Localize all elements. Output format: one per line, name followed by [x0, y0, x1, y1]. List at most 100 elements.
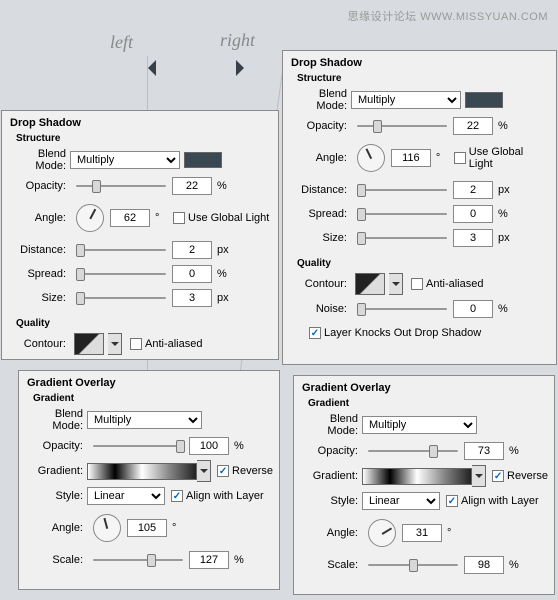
size-slider[interactable] [357, 231, 447, 245]
size-value[interactable]: 3 [172, 289, 212, 307]
knocks-label: Layer Knocks Out Drop Shadow [324, 327, 481, 339]
angle-value[interactable]: 116 [391, 149, 431, 167]
gradient-label: Gradient [308, 398, 548, 409]
blend-label: Blend Mode: [8, 148, 70, 172]
title: Drop Shadow [291, 57, 550, 69]
gradient-preview[interactable] [362, 468, 472, 485]
gradient-preview[interactable] [87, 463, 197, 480]
opacity-slider[interactable] [93, 439, 183, 453]
distance-label: Distance: [8, 244, 70, 256]
spread-value[interactable]: 0 [172, 265, 212, 283]
size-label: Size: [8, 292, 70, 304]
blend-label: Blend Mode: [300, 413, 362, 437]
distance-slider[interactable] [76, 243, 166, 257]
unit: px [217, 292, 235, 304]
title: Gradient Overlay [27, 377, 273, 389]
opacity-slider[interactable] [357, 119, 447, 133]
unit: % [217, 180, 235, 192]
angle-dial[interactable] [76, 204, 104, 232]
blend-select[interactable]: Multiply [362, 416, 477, 434]
panel-right-grad: Gradient Overlay Gradient Blend Mode: Mu… [293, 375, 555, 595]
blend-label: Blend Mode: [289, 88, 351, 112]
gradient-dd[interactable] [472, 465, 486, 487]
blend-select[interactable]: Multiply [87, 411, 202, 429]
title: Gradient Overlay [302, 382, 548, 394]
opacity-slider[interactable] [368, 444, 458, 458]
distance-value[interactable]: 2 [172, 241, 212, 259]
align-check[interactable] [446, 495, 458, 507]
angle-dial[interactable] [357, 144, 385, 172]
label-right: right [220, 30, 255, 51]
style-select[interactable]: Linear [87, 487, 165, 505]
blend-label: Blend Mode: [25, 408, 87, 432]
unit: % [234, 554, 252, 566]
opacity-slider[interactable] [76, 179, 166, 193]
distance-slider[interactable] [357, 183, 447, 197]
align-check[interactable] [171, 490, 183, 502]
quality-label: Quality [16, 318, 272, 329]
spread-slider[interactable] [76, 267, 166, 281]
angle-value[interactable]: 31 [402, 524, 442, 542]
global-light-check[interactable] [173, 212, 185, 224]
scale-value[interactable]: 98 [464, 556, 504, 574]
opacity-value[interactable]: 22 [453, 117, 493, 135]
unit: % [498, 208, 516, 220]
blend-select[interactable]: Multiply [351, 91, 461, 109]
panel-left-grad: Gradient Overlay Gradient Blend Mode: Mu… [18, 370, 280, 590]
style-select[interactable]: Linear [362, 492, 440, 510]
opacity-value[interactable]: 100 [189, 437, 229, 455]
gradient-dd[interactable] [197, 460, 211, 482]
anti-label: Anti-aliased [145, 338, 202, 350]
scale-slider[interactable] [368, 558, 458, 572]
grad-label: Gradient: [300, 470, 362, 482]
spread-label: Spread: [8, 268, 70, 280]
distance-value[interactable]: 2 [453, 181, 493, 199]
scale-slider[interactable] [93, 553, 183, 567]
style-label: Style: [25, 490, 87, 502]
color-swatch[interactable] [184, 152, 222, 168]
knocks-check[interactable] [309, 327, 321, 339]
angle-value[interactable]: 105 [127, 519, 167, 537]
angle-dial[interactable] [368, 519, 396, 547]
unit: % [217, 268, 235, 280]
unit: % [234, 440, 252, 452]
opacity-value[interactable]: 22 [172, 177, 212, 195]
global-light-label: Use Global Light [469, 146, 550, 170]
panel-right-shadow: Drop Shadow Structure Blend Mode: Multip… [282, 50, 557, 365]
contour-dd[interactable] [108, 333, 122, 355]
unit: % [509, 445, 527, 457]
contour-dd[interactable] [389, 273, 403, 295]
reverse-label: Reverse [232, 465, 273, 477]
contour-picker[interactable] [74, 333, 104, 355]
spread-slider[interactable] [357, 207, 447, 221]
angle-dial[interactable] [93, 514, 121, 542]
angle-label: Angle: [289, 152, 351, 164]
scale-value[interactable]: 127 [189, 551, 229, 569]
scale-label: Scale: [300, 559, 362, 571]
panel-left-shadow: Drop Shadow Structure Blend Mode: Multip… [1, 110, 279, 360]
anti-check[interactable] [411, 278, 423, 290]
blend-select[interactable]: Multiply [70, 151, 180, 169]
size-slider[interactable] [76, 291, 166, 305]
anti-check[interactable] [130, 338, 142, 350]
noise-slider[interactable] [357, 302, 447, 316]
contour-picker[interactable] [355, 273, 385, 295]
angle-label: Angle: [300, 527, 362, 539]
reverse-label: Reverse [507, 470, 548, 482]
size-value[interactable]: 3 [453, 229, 493, 247]
noise-value[interactable]: 0 [453, 300, 493, 318]
global-light-label: Use Global Light [188, 212, 269, 224]
scale-label: Scale: [25, 554, 87, 566]
reverse-check[interactable] [492, 470, 504, 482]
angle-label: Angle: [8, 212, 70, 224]
global-light-check[interactable] [454, 152, 466, 164]
color-swatch[interactable] [465, 92, 503, 108]
align-label: Align with Layer [186, 490, 264, 502]
title: Drop Shadow [10, 117, 272, 129]
distance-label: Distance: [289, 184, 351, 196]
opacity-value[interactable]: 73 [464, 442, 504, 460]
contour-label: Contour: [8, 338, 70, 350]
angle-value[interactable]: 62 [110, 209, 150, 227]
spread-value[interactable]: 0 [453, 205, 493, 223]
reverse-check[interactable] [217, 465, 229, 477]
